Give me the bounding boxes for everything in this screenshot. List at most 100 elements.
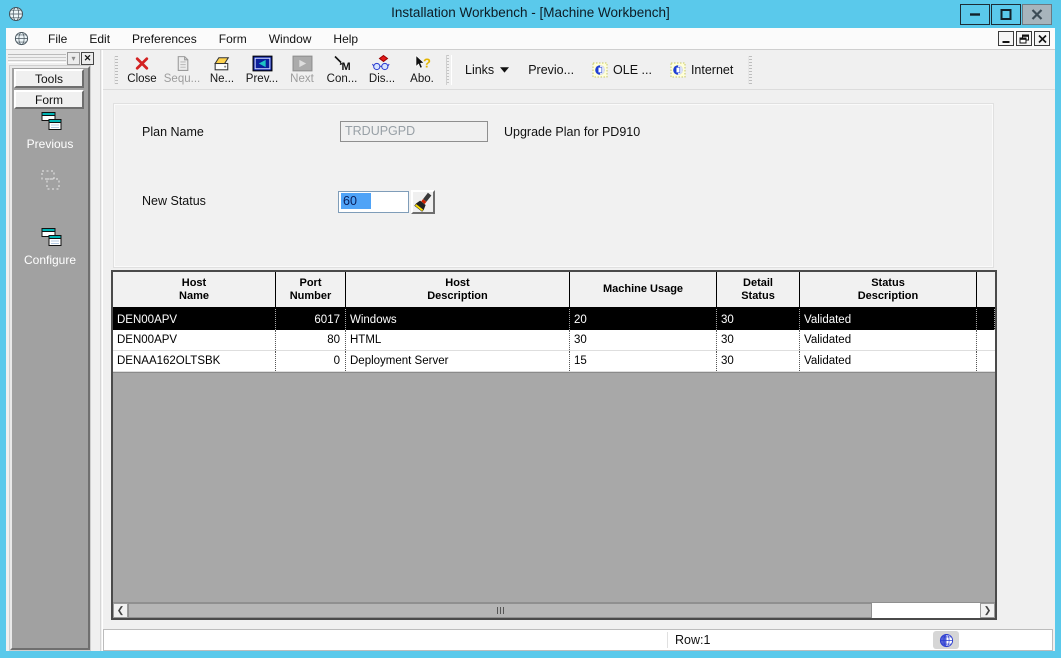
grid-column-header[interactable]: PortNumber <box>276 272 346 307</box>
help-cursor-icon: ? <box>412 54 432 72</box>
form-panel: Plan Name TRDUPGPD Upgrade Plan for PD91… <box>113 103 994 268</box>
sidebar-item-configure[interactable]: Configure <box>12 227 88 267</box>
toolbar-link-label: Previo... <box>528 63 574 77</box>
document-icon <box>174 55 191 72</box>
menu-window[interactable]: Window <box>258 30 323 48</box>
ole-icon <box>592 62 608 78</box>
globe-icon <box>939 633 954 648</box>
menu-help[interactable]: Help <box>322 30 369 48</box>
toolbar-link-previo[interactable]: Previo... <box>519 55 583 85</box>
sidebar-tab-tools[interactable]: Tools <box>14 69 84 88</box>
grid-cell: 30 <box>570 330 717 350</box>
ghost-window-icon <box>37 168 63 194</box>
close-icon: ✕ <box>84 53 92 64</box>
prev-arrow-icon <box>252 55 273 72</box>
menu-edit[interactable]: Edit <box>78 30 121 48</box>
grid-column-header[interactable]: StatusDescription <box>800 272 977 307</box>
grid-cell: Validated <box>800 309 977 330</box>
toolbar-grip[interactable] <box>748 56 752 84</box>
scroll-right-button[interactable]: ❯ <box>980 603 995 618</box>
sidebar-tab-form[interactable]: Form <box>14 90 84 109</box>
grid-cell: 30 <box>717 330 800 350</box>
toolbar-button-label: Next <box>290 73 314 85</box>
toolbar-button-ne[interactable]: Ne... <box>202 52 242 88</box>
grid-column-header[interactable] <box>977 272 995 307</box>
grid-cell: 30 <box>717 309 800 330</box>
mdi-close-button[interactable] <box>1034 31 1050 46</box>
window-stack-icon <box>38 227 63 247</box>
glasses-diamond-icon <box>372 54 392 72</box>
visual-assist-button[interactable] <box>411 190 435 214</box>
internet-icon <box>670 62 686 78</box>
fastpath-close-button[interactable]: ✕ <box>81 52 94 65</box>
status-globe-button[interactable] <box>933 631 959 649</box>
grid-header-row: HostNamePortNumberHostDescriptionMachine… <box>113 272 995 309</box>
toolbar-link-buttons: Links Previo... OLE ... Internet <box>456 55 742 85</box>
new-status-label: New Status <box>142 194 206 208</box>
chevron-left-icon: ❮ <box>117 605 125 616</box>
grid-column-header[interactable]: HostName <box>113 272 276 307</box>
new-status-field[interactable]: 60 <box>338 191 409 213</box>
toolbar-button-close[interactable]: Close <box>122 52 162 88</box>
grid-cell: DEN00APV <box>113 330 276 350</box>
toolbar-separator[interactable] <box>446 55 452 85</box>
mdi-minimize-icon <box>1001 34 1012 44</box>
scrollbar-track[interactable] <box>872 603 980 618</box>
fastpath-combo[interactable] <box>8 54 66 63</box>
grid-cell: 80 <box>276 330 346 350</box>
menu-preferences[interactable]: Preferences <box>121 30 208 48</box>
grid-cell: 20 <box>570 309 717 330</box>
toolbar-link-label: Links <box>465 63 494 77</box>
status-row-indicator: Row:1 <box>675 633 710 647</box>
toolbar-link-links[interactable]: Links <box>456 55 519 85</box>
toolbar-link-ole[interactable]: OLE ... <box>583 55 661 85</box>
sidebar-item-previous[interactable]: Previous <box>12 111 88 151</box>
toolbar-grip[interactable] <box>114 56 118 84</box>
scroll-left-button[interactable]: ❮ <box>113 603 128 618</box>
grid-column-header[interactable]: DetailStatus <box>717 272 800 307</box>
close-window-icon <box>1030 8 1044 21</box>
toolbar-link-label: OLE ... <box>613 63 652 77</box>
next-arrow-icon <box>292 55 313 72</box>
grid-empty-area <box>113 372 995 602</box>
grid-row[interactable]: DEN00APV80HTML3030Validated <box>113 330 995 351</box>
toolbar-button-dis[interactable]: Dis... <box>362 52 402 88</box>
scrollbar-thumb[interactable] <box>128 603 872 618</box>
grid-cell: HTML <box>346 330 570 350</box>
open-case-icon <box>212 55 233 72</box>
sidebar-item-disabled <box>12 168 88 199</box>
minimize-button[interactable] <box>960 4 990 25</box>
toolbar-button-label: Con... <box>327 73 358 85</box>
toolbar-link-internet[interactable]: Internet <box>661 55 742 85</box>
grid-row[interactable]: DENAA162OLTSBK0Deployment Server1530Vali… <box>113 351 995 372</box>
fastpath-dropdown-button[interactable]: ▾ <box>67 52 80 65</box>
menu-file[interactable]: File <box>37 30 78 48</box>
plan-name-field[interactable]: TRDUPGPD <box>340 121 488 142</box>
status-divider <box>667 632 668 648</box>
mdi-window-controls <box>998 31 1050 46</box>
grid-cell: Windows <box>346 309 570 330</box>
app-window: Installation Workbench - [Machine Workbe… <box>0 0 1061 658</box>
fastpath-control: ▾ ✕ <box>8 52 94 65</box>
menu-form[interactable]: Form <box>208 30 258 48</box>
grid-cell: Deployment Server <box>346 351 570 371</box>
new-status-value: 60 <box>341 193 371 209</box>
toolbar-button-sequ[interactable]: Sequ... <box>162 52 202 88</box>
grid-cell: Validated <box>800 351 977 371</box>
toolbar-button-next[interactable]: Next <box>282 52 322 88</box>
toolbar-button-label: Sequ... <box>164 73 200 85</box>
maximize-button[interactable] <box>991 4 1021 25</box>
mdi-minimize-button[interactable] <box>998 31 1014 46</box>
toolbar-button-prev[interactable]: Prev... <box>242 52 282 88</box>
toolbar-button-con[interactable]: MCon... <box>322 52 362 88</box>
close-window-button[interactable] <box>1022 4 1052 25</box>
toolbar: CloseSequ...Ne...Prev... Next MCon...Dis..… <box>103 50 1055 90</box>
grid-cell <box>977 330 995 350</box>
client-area: ▾ ✕ Tools Form Previous Configure CloseS… <box>6 50 1055 651</box>
toolbar-button-abo[interactable]: ?Abo. <box>402 52 442 88</box>
grid-column-header[interactable]: Machine Usage <box>570 272 717 307</box>
grid-row[interactable]: DEN00APV6017Windows2030Validated <box>113 309 995 330</box>
toolbar-buttons: CloseSequ...Ne...Prev... Next MCon...Dis..… <box>122 52 442 88</box>
grid-column-header[interactable]: HostDescription <box>346 272 570 307</box>
mdi-restore-button[interactable] <box>1016 31 1032 46</box>
